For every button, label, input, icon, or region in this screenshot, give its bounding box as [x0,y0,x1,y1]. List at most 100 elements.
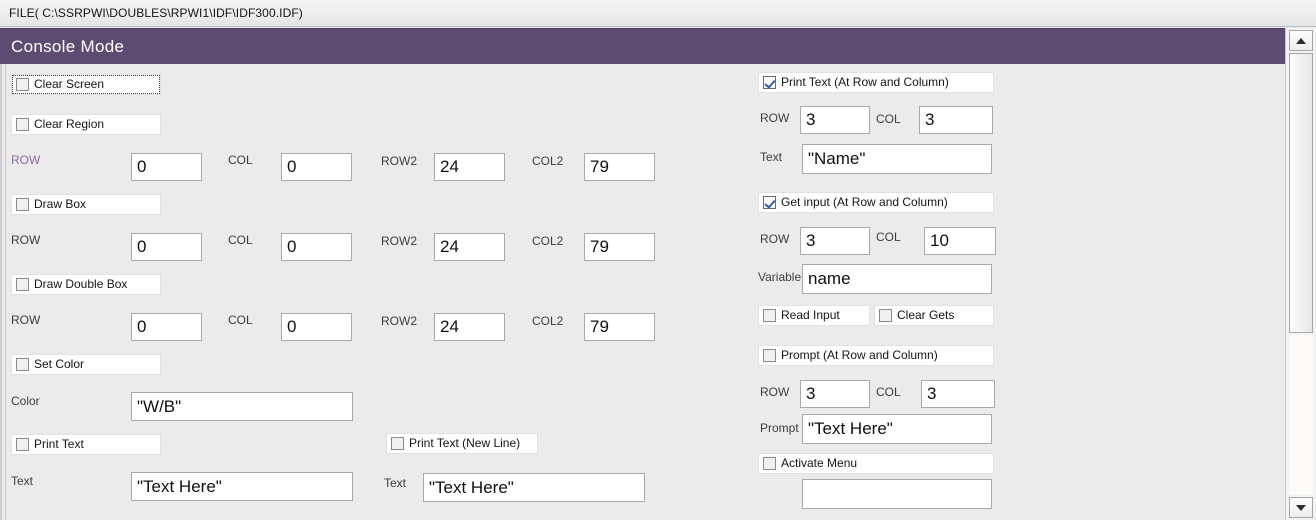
checkbox-label-clear-gets: Clear Gets [897,308,955,322]
input-print-text-col[interactable]: 3 [919,106,993,134]
scroll-down-arrow-icon [1296,504,1306,511]
checkbox-indicator-read-input[interactable] [763,309,776,322]
input-draw-double-box-row2[interactable]: 24 [434,313,505,341]
form-body: Clear Screen Clear Region ROW 0 COL 0 RO… [0,64,1285,520]
checkbox-indicator-print-text-at-row-col[interactable] [763,76,776,89]
label-clear-region-col: COL [228,153,253,167]
checkbox-indicator-print-text[interactable] [16,438,29,451]
label-draw-box-col2: COL2 [532,234,564,248]
input-print-text-text[interactable]: "Text Here" [131,472,353,501]
vertical-scrollbar[interactable] [1285,28,1316,520]
window-titlebar: FILE( C:\SSRPWI\DOUBLES\RPWI1\IDF\IDF300… [0,0,1316,27]
input-clear-region-row2[interactable]: 24 [434,153,505,181]
page-title: Console Mode [11,36,125,56]
input-draw-box-row[interactable]: 0 [131,233,202,261]
input-draw-double-box-row[interactable]: 0 [131,313,202,341]
checkbox-label-print-text-new-line: Print Text (New Line) [409,436,521,450]
scrollbar-track-lower[interactable] [1289,335,1313,495]
input-clear-region-col[interactable]: 0 [281,153,352,181]
checkbox-print-text[interactable]: Print Text [11,434,161,455]
label-color: Color [11,394,40,408]
left-rail-divider [0,64,6,520]
checkbox-draw-box[interactable]: Draw Box [11,194,161,215]
input-color[interactable]: "W/B" [131,392,353,421]
checkbox-label-print-text-at-row-col: Print Text (At Row and Column) [781,75,949,89]
label-get-input-variable: Variable [758,270,802,284]
label-draw-box-col: COL [228,233,253,247]
label-prompt-col: COL [876,385,901,399]
checkbox-label-get-input-at-row-col: Get input (At Row and Column) [781,195,948,209]
checkbox-print-text-new-line[interactable]: Print Text (New Line) [386,433,538,454]
checkbox-label-draw-box: Draw Box [34,197,87,211]
checkbox-label-prompt-at-row-col: Prompt (At Row and Column) [781,348,938,362]
scroll-up-arrow-icon [1296,37,1306,44]
input-get-input-row[interactable]: 3 [800,227,870,255]
checkbox-indicator-clear-gets[interactable] [879,309,892,322]
scroll-up-button[interactable] [1289,30,1313,51]
input-activate-menu[interactable] [802,479,992,509]
checkbox-label-activate-menu: Activate Menu [781,456,858,470]
checkbox-indicator-get-input-at-row-col[interactable] [763,196,776,209]
label-draw-double-box-row2: ROW2 [381,314,417,328]
checkbox-label-draw-double-box: Draw Double Box [34,277,128,291]
label-print-text-new-line-text: Text [384,476,407,490]
scroll-down-button[interactable] [1289,497,1313,518]
input-prompt-row[interactable]: 3 [800,380,870,408]
input-draw-box-col[interactable]: 0 [281,233,352,261]
input-print-text-new-line-text[interactable]: "Text Here" [423,473,645,502]
checkbox-read-input[interactable]: Read Input [758,305,870,326]
checkbox-indicator-draw-box[interactable] [16,198,29,211]
checkbox-indicator-print-text-new-line[interactable] [391,437,404,450]
checkbox-clear-region[interactable]: Clear Region [11,114,161,135]
label-prompt-row: ROW [760,385,790,399]
input-print-text-at-text[interactable]: "Name" [802,144,992,174]
input-get-input-col[interactable]: 10 [924,227,996,255]
checkbox-clear-gets[interactable]: Clear Gets [874,305,994,326]
checkbox-indicator-set-color[interactable] [16,358,29,371]
label-clear-region-row2: ROW2 [381,154,417,168]
console-mode-header: Console Mode [0,28,1285,64]
input-clear-region-col2[interactable]: 79 [584,153,655,181]
input-clear-region-row[interactable]: 0 [131,153,202,181]
input-print-text-row[interactable]: 3 [800,106,870,134]
label-draw-double-box-row: ROW [11,313,41,327]
label-prompt-prompt: Prompt [760,421,799,435]
label-get-input-col: COL [876,230,901,244]
input-prompt-col[interactable]: 3 [921,380,995,408]
checkbox-indicator-draw-double-box[interactable] [16,278,29,291]
scrollbar-thumb[interactable] [1289,53,1313,333]
label-draw-box-row2: ROW2 [381,234,417,248]
checkbox-activate-menu[interactable]: Activate Menu [758,453,994,474]
checkbox-set-color[interactable]: Set Color [11,354,161,375]
checkbox-clear-screen[interactable]: Clear Screen [11,74,161,95]
checkbox-indicator-activate-menu[interactable] [763,457,776,470]
checkbox-label-read-input: Read Input [781,308,840,322]
file-path-label: FILE( C:\SSRPWI\DOUBLES\RPWI1\IDF\IDF300… [9,6,303,20]
label-get-input-row: ROW [760,232,790,246]
checkbox-label-set-color: Set Color [34,357,85,371]
checkbox-indicator-clear-screen[interactable] [16,78,29,91]
label-draw-double-box-col: COL [228,313,253,327]
checkbox-indicator-clear-region[interactable] [16,118,29,131]
checkbox-draw-double-box[interactable]: Draw Double Box [11,274,161,295]
label-print-text-row: ROW [760,111,790,125]
checkbox-get-input-at-row-col[interactable]: Get input (At Row and Column) [758,192,994,213]
checkbox-label-print-text: Print Text [34,437,84,451]
checkbox-indicator-prompt-at-row-col[interactable] [763,349,776,362]
label-clear-region-row: ROW [11,153,41,167]
input-draw-double-box-col2[interactable]: 79 [584,313,655,341]
input-prompt-prompt[interactable]: "Text Here" [802,414,992,444]
label-print-text-col: COL [876,112,901,126]
label-draw-box-row: ROW [11,233,41,247]
input-draw-double-box-col[interactable]: 0 [281,313,352,341]
checkbox-label-clear-screen: Clear Screen [34,77,105,91]
left-rail-accent [0,64,2,520]
label-print-text-text: Text [11,474,34,488]
input-get-input-variable[interactable]: name [802,264,992,294]
label-clear-region-col2: COL2 [532,154,564,168]
input-draw-box-row2[interactable]: 24 [434,233,505,261]
checkbox-prompt-at-row-col[interactable]: Prompt (At Row and Column) [758,345,994,366]
input-draw-box-col2[interactable]: 79 [584,233,655,261]
checkbox-print-text-at-row-col[interactable]: Print Text (At Row and Column) [758,72,994,93]
checkbox-label-clear-region: Clear Region [34,117,105,131]
